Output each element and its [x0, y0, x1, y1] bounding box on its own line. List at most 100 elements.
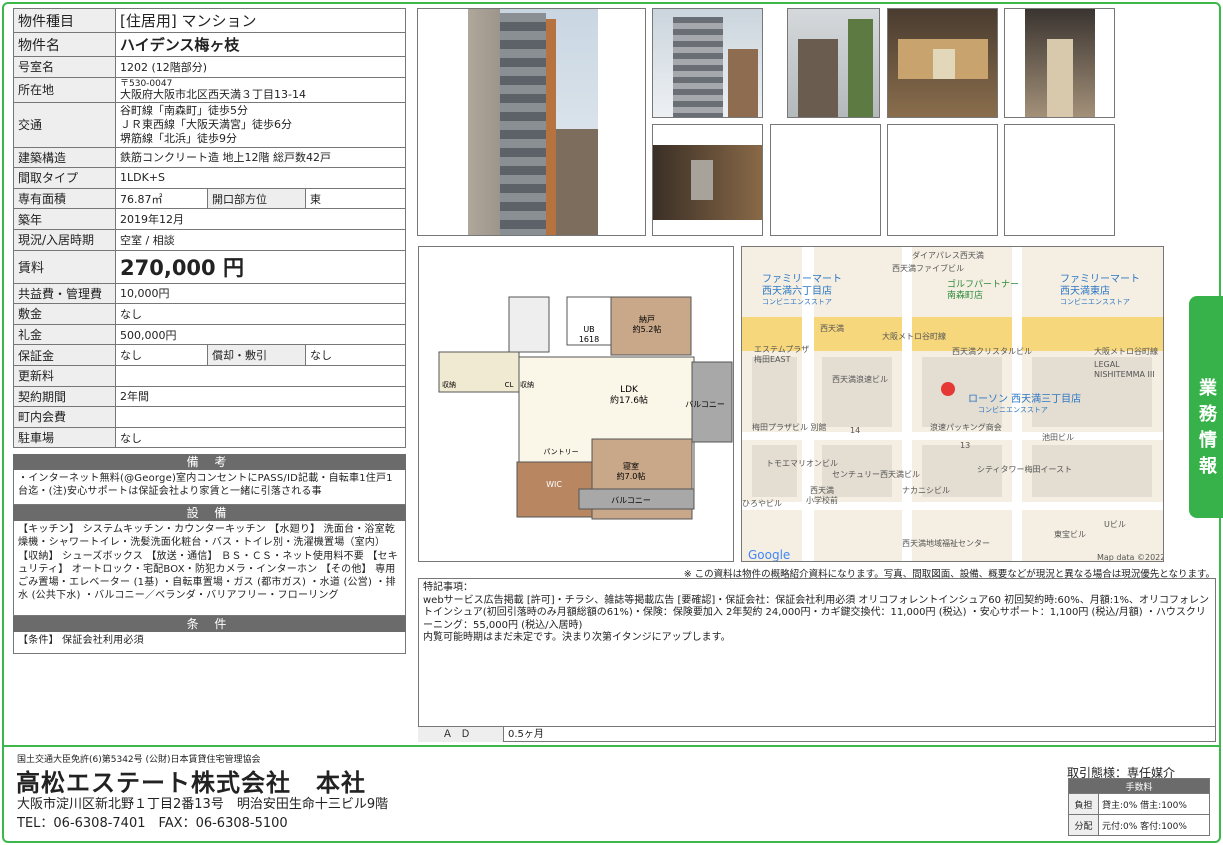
location-map[interactable]: ファミリーマート 西天満六丁目店 ファミリーマート 西天満東店 ローソン 西天満…	[741, 246, 1164, 562]
map-label-nakanishi: ナカニシビル	[902, 486, 950, 495]
spec-key-key-money: 礼金	[13, 323, 116, 346]
remarks-heading: 特記事項：	[423, 582, 473, 593]
map-label-five-bldg: 西天満ファイブビル	[892, 263, 964, 273]
spec-val-key-money: 500,000円	[115, 323, 406, 346]
plan-wic-label: WIC	[546, 480, 562, 489]
spec-key-built: 築年	[13, 208, 116, 230]
map-label-naniwa-packing: 浪速パッキング商会	[930, 422, 1002, 432]
ad-value: 0.5ヶ月	[508, 729, 544, 740]
map-label-school-name: 小学校前	[806, 495, 838, 505]
map-label-tomoe: トモエマリオンビル	[766, 459, 838, 468]
map-label-citytower: シティタワー梅田イースト	[977, 464, 1072, 474]
spec-val-community-fee	[115, 406, 406, 428]
business-info-tab[interactable]: 業務情報	[1189, 296, 1223, 518]
spec-key-room: 号室名	[13, 56, 116, 78]
spec-key-parking: 駐車場	[13, 426, 116, 449]
spec-key-community-fee: 町内会費	[13, 406, 116, 428]
map-label-legal: LEGAL	[1094, 360, 1120, 369]
spec-key-access: 交通	[13, 101, 116, 148]
map-label-category: コンビニエンスストア	[978, 405, 1048, 414]
plan-ldk-label: LDK	[620, 385, 639, 395]
spec-val-parking: なし	[115, 426, 406, 449]
map-label-subway: 大阪メトロ谷町線	[1094, 346, 1158, 356]
map-label-naniwa-bldg: 西天満浪速ビル	[832, 374, 888, 384]
spec-val-address: 〒530-0047 大阪府大阪市北区西天満３丁目13-14	[115, 76, 406, 103]
spec-val-status: 空室 / 相談	[115, 228, 406, 251]
map-label-category: コンビニエンスストア	[1060, 297, 1130, 306]
map-label-station: 西天満	[820, 324, 844, 333]
property-spec-table: 物件種目 [住居用] マンション 物件名 ハイデンス梅ヶ枝 号室名 1202 (12階…	[13, 8, 406, 449]
map-label-welfare: 西天満地域福祉センター	[902, 538, 990, 548]
spec-key-layout: 間取タイプ	[13, 167, 116, 189]
plan-ub-label: UB	[583, 325, 594, 334]
photo-slot-empty	[887, 124, 998, 236]
biko-text: ・インターネット無料(@George)室内コンセントにPASS/ID記載・自転車…	[13, 470, 406, 505]
spec-key-rent: 賃料	[13, 249, 116, 284]
spec-key-structure: 建築構造	[13, 146, 116, 169]
spec-val-direction: 東	[305, 187, 406, 210]
plan-storage-label: 収納	[520, 380, 534, 389]
access-line: ＪＲ東西線「大阪天満宮」徒歩6分	[120, 117, 292, 131]
plan-ub-size: 1618	[579, 335, 599, 344]
spec-key-guarantee: 保証金	[13, 344, 116, 366]
spec-val-room: 1202 (12階部分)	[115, 56, 406, 78]
ad-row: ＡＤ 0.5ヶ月	[418, 726, 1216, 742]
map-label-familymart-1-branch: 西天満六丁目店	[762, 284, 832, 297]
map-label-subway: 大阪メトロ谷町線	[882, 331, 946, 341]
company-address: 大阪市淀川区新北野１丁目2番13号 明治安田生命十三ビル9階	[17, 797, 389, 812]
rent-value: 270,000 円	[115, 249, 406, 284]
plan-storage-size: 約5.2帖	[633, 324, 662, 334]
map-label-golf: ゴルフパートナー	[947, 278, 1019, 290]
joken-text: 【条件】 保証会社利用必須	[13, 632, 406, 654]
map-label-ikeda: 池田ビル	[1042, 432, 1074, 442]
map-label-school: 西天満	[810, 486, 834, 495]
google-logo: Google	[748, 548, 790, 562]
spec-key-type: 物件種目	[13, 8, 116, 33]
map-block-number: 14	[850, 426, 860, 435]
fee-value: 貸主:0% 借主:100%	[1098, 793, 1210, 815]
setsubi-header: 設 備	[13, 505, 406, 521]
footer-separator	[4, 745, 1219, 747]
plan-pantry-label: パントリー	[543, 448, 578, 456]
plan-storage-label: 納戸	[639, 314, 655, 324]
spec-key-term: 契約期間	[13, 385, 116, 408]
remarks-viewing: 内覧可能時期はまだ未定です。決まり次第イタンジにアップします。	[423, 632, 731, 644]
spec-key-area: 専有面積	[13, 187, 116, 210]
fee-key: 分配	[1068, 814, 1099, 836]
plan-ldk-size: 約17.6帖	[610, 394, 648, 406]
plan-balcony-label: バルコニー	[685, 400, 725, 409]
setsubi-text: 【キッチン】 システムキッチン・カウンターキッチン 【水廻り】 洗面台・浴室乾燥…	[13, 521, 406, 616]
map-block-number: 13	[960, 441, 970, 450]
biko-header: 備 考	[13, 454, 406, 470]
spec-key-common-fee: 共益費・管理費	[13, 282, 116, 305]
property-name: ハイデンス梅ヶ枝	[115, 32, 406, 57]
joken-header: 条 件	[13, 616, 406, 632]
spec-key-status: 現況/入居時期	[13, 228, 116, 251]
plan-bedroom-size: 約7.0帖	[617, 471, 646, 481]
spec-val-renewal	[115, 364, 406, 387]
spec-val-layout: 1LDK+S	[115, 167, 406, 189]
map-label-familymart-2-branch: 西天満東店	[1060, 284, 1110, 297]
plan-storage-label: 収納	[442, 380, 456, 389]
spec-val-area: 76.87㎡	[115, 187, 208, 210]
address-text: 大阪府大阪市北区西天満３丁目13-14	[120, 87, 306, 101]
map-label-golf-branch: 南森町店	[947, 289, 983, 301]
map-label-estem-name: 梅田EAST	[754, 354, 791, 364]
map-label-hiroya: ひろやビル	[742, 499, 782, 508]
spec-val-built: 2019年12月	[115, 208, 406, 230]
spec-key-address: 所在地	[13, 76, 116, 103]
spec-key-name: 物件名	[13, 32, 116, 57]
plan-bedroom-label: 寝室	[623, 461, 639, 471]
plan-balcony-label: バルコニー	[611, 496, 651, 505]
spec-val-amortize: なし	[305, 344, 406, 366]
map-label-umeda-plaza: 梅田プラザビル 別館	[752, 422, 827, 432]
spec-val-structure: 鉄筋コンクリート造 地上12階 総戸数42戸	[115, 146, 406, 169]
spec-val-term: 2年間	[115, 385, 406, 408]
map-label-diapalace: ダイアパレス西天満	[912, 250, 984, 260]
spec-val-guarantee: なし	[115, 344, 208, 366]
map-label-estem: エステムプラザ	[754, 345, 809, 354]
access-line: 堺筋線「北浜」徒歩9分	[120, 131, 237, 145]
fee-value: 元付:0% 客付:100%	[1098, 814, 1210, 836]
map-label-century: センチュリー西天満ビル	[832, 470, 920, 479]
spec-val-common-fee: 10,000円	[115, 282, 406, 305]
